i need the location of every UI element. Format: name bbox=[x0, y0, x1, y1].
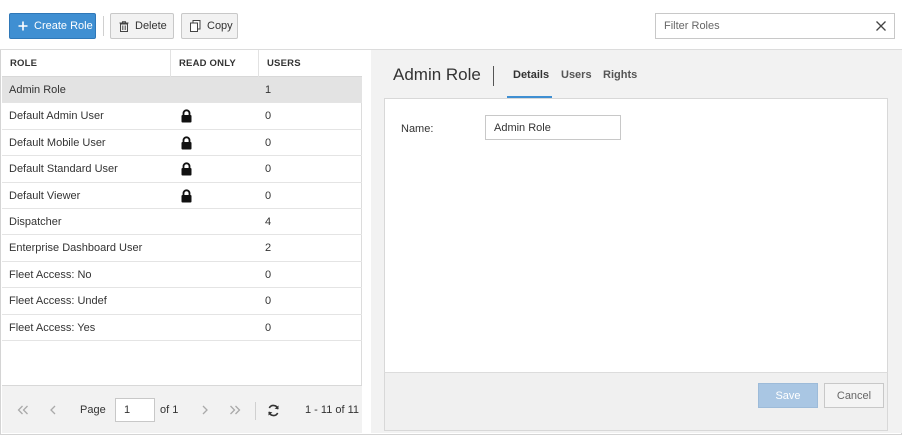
column-header-role[interactable]: ROLE bbox=[2, 50, 171, 77]
grid-header: ROLE READ ONLY USERS bbox=[2, 50, 362, 77]
detail-title: Admin Role bbox=[393, 65, 481, 84]
table-row[interactable]: Default Admin User 0 bbox=[2, 103, 362, 130]
chevron-right-icon[interactable] bbox=[198, 403, 212, 417]
table-row[interactable]: Admin Role 1 bbox=[2, 77, 362, 104]
filter-box bbox=[655, 13, 895, 39]
copy-label: Copy bbox=[207, 20, 233, 32]
filter-roles-input[interactable] bbox=[656, 14, 856, 38]
record-range-label: 1 - 11 of 11 bbox=[305, 404, 360, 416]
plus-icon bbox=[18, 21, 28, 31]
table-row[interactable]: Fleet Access: Yes 0 bbox=[2, 315, 362, 341]
role-name-cell: Enterprise Dashboard User bbox=[9, 242, 143, 255]
lock-icon bbox=[181, 136, 192, 150]
form-footer: Save Cancel bbox=[384, 372, 888, 431]
refresh-icon[interactable] bbox=[266, 403, 280, 417]
role-name-cell: Default Standard User bbox=[9, 163, 118, 176]
role-name-cell: Default Mobile User bbox=[9, 136, 106, 149]
users-count-cell: 1 bbox=[265, 84, 272, 96]
toolbar-divider bbox=[103, 16, 104, 36]
table-row[interactable]: Default Viewer 0 bbox=[2, 183, 362, 209]
chevron-left-icon[interactable] bbox=[46, 403, 60, 417]
role-name-cell: Default Viewer bbox=[9, 189, 81, 202]
copy-button[interactable]: Copy bbox=[181, 13, 238, 39]
trash-icon bbox=[119, 20, 129, 32]
pager-divider bbox=[255, 402, 256, 420]
tab-rights[interactable]: Rights bbox=[603, 69, 637, 81]
delete-label: Delete bbox=[135, 20, 167, 32]
name-field-label: Name: bbox=[401, 123, 434, 135]
column-header-users[interactable]: USERS bbox=[259, 50, 362, 77]
lock-icon bbox=[181, 109, 192, 123]
table-row[interactable]: Fleet Access: No 0 bbox=[2, 262, 362, 289]
title-divider bbox=[493, 66, 494, 86]
role-name-cell: Default Admin User bbox=[9, 110, 104, 123]
close-icon[interactable] bbox=[874, 19, 888, 33]
name-field[interactable] bbox=[485, 115, 621, 140]
create-role-button[interactable]: Create Role bbox=[9, 13, 96, 39]
users-count-cell: 0 bbox=[265, 295, 272, 308]
toolbar: Create Role Delete Copy bbox=[0, 0, 902, 50]
save-button[interactable]: Save bbox=[758, 383, 818, 408]
users-count-cell: 0 bbox=[265, 136, 272, 149]
lock-icon bbox=[181, 189, 192, 203]
roles-grid: ROLE READ ONLY USERS Admin Role 1 Default … bbox=[2, 50, 362, 433]
page-of-label: of 1 bbox=[160, 404, 179, 416]
lock-icon bbox=[181, 162, 192, 176]
double-chevron-left-icon[interactable] bbox=[16, 403, 30, 417]
role-name-cell: Fleet Access: No bbox=[9, 268, 92, 281]
table-row[interactable]: Enterprise Dashboard User 2 bbox=[2, 235, 362, 262]
users-count-cell: 2 bbox=[265, 242, 272, 255]
create-role-label: Create Role bbox=[34, 20, 93, 32]
details-pane: Admin Role Details Users Rights Name: Sa… bbox=[371, 50, 902, 433]
tab-users[interactable]: Users bbox=[561, 69, 592, 81]
role-name-cell: Fleet Access: Undef bbox=[9, 295, 107, 308]
copy-icon bbox=[190, 20, 201, 32]
delete-button[interactable]: Delete bbox=[110, 13, 174, 39]
table-row[interactable]: Fleet Access: Undef 0 bbox=[2, 288, 362, 315]
role-name-cell: Dispatcher bbox=[9, 215, 62, 228]
users-count-cell: 0 bbox=[265, 163, 272, 176]
users-count-cell: 0 bbox=[265, 110, 272, 123]
column-header-read-only[interactable]: READ ONLY bbox=[171, 50, 259, 77]
double-chevron-right-icon[interactable] bbox=[228, 403, 242, 417]
grid-rows: Admin Role 1 Default Admin User 0 Default Mo… bbox=[2, 77, 362, 341]
details-form: Name: bbox=[384, 98, 888, 372]
role-name-cell: Fleet Access: Yes bbox=[9, 321, 96, 334]
role-name-cell: Admin Role bbox=[9, 84, 66, 96]
users-count-cell: 0 bbox=[265, 321, 272, 334]
page-label: Page bbox=[80, 404, 106, 416]
table-row[interactable]: Dispatcher 4 bbox=[2, 209, 362, 236]
users-count-cell: 0 bbox=[265, 189, 272, 202]
pager: Page of 1 1 - 11 of 11 bbox=[2, 385, 362, 433]
cancel-button[interactable]: Cancel bbox=[824, 383, 884, 408]
users-count-cell: 4 bbox=[265, 215, 272, 228]
table-row[interactable]: Default Mobile User 0 bbox=[2, 130, 362, 157]
tab-details[interactable]: Details bbox=[513, 69, 549, 81]
page-number-input[interactable] bbox=[115, 398, 155, 422]
users-count-cell: 0 bbox=[265, 268, 272, 281]
table-row[interactable]: Default Standard User 0 bbox=[2, 156, 362, 183]
